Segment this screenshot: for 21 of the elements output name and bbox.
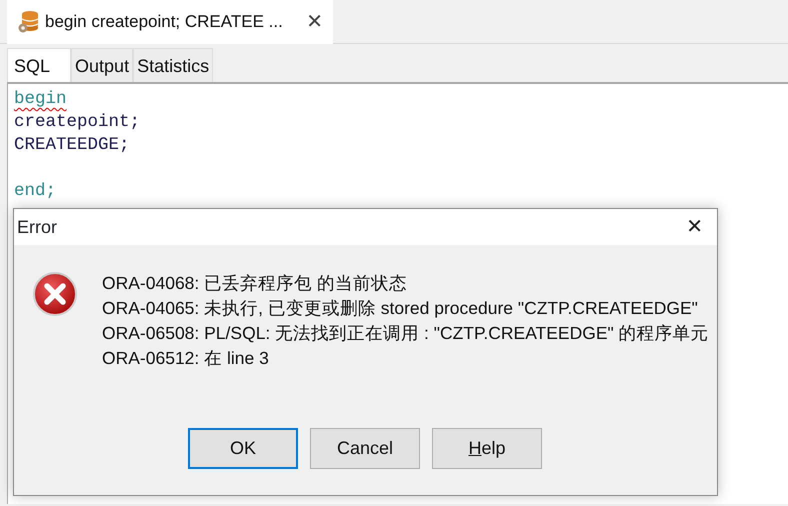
document-tab[interactable]: begin createpoint; CREATEE ... ✕ bbox=[7, 0, 333, 44]
tab[interactable]: SQL bbox=[7, 48, 72, 82]
error-message: ORA-04065: 未执行, 已变更或删除 stored procedure "CZTP.CREATEEDGE" bbox=[102, 297, 699, 320]
cancel-button[interactable]: Cancel bbox=[310, 428, 420, 469]
code-editor[interactable] bbox=[7, 84, 788, 504]
code-line: CREATEEDGE; bbox=[14, 135, 130, 155]
error-message: ORA-06512: 在 line 3 bbox=[102, 347, 270, 370]
help-button[interactable]: Help bbox=[432, 428, 542, 469]
close-icon[interactable]: ✕ bbox=[306, 7, 323, 37]
dialog-title: Error bbox=[17, 216, 57, 238]
code-line: createpoint; bbox=[14, 112, 140, 132]
error-message: ORA-06508: PL/SQL: 无法找到正在调用 : "CZTP.CREATEEDGE" 的程序单元 bbox=[102, 322, 710, 345]
tab[interactable]: Output bbox=[71, 48, 134, 82]
error-icon bbox=[32, 271, 78, 317]
code-line: begin bbox=[14, 89, 67, 109]
close-button[interactable]: ✕ bbox=[680, 217, 709, 237]
database-icon bbox=[17, 10, 39, 34]
tab[interactable]: Statistics bbox=[133, 48, 214, 82]
error-message: ORA-04068: 已丢弃程序包 的当前状态 bbox=[102, 272, 408, 295]
ok-button[interactable]: OK bbox=[188, 428, 298, 469]
code-line: end; bbox=[14, 181, 56, 201]
